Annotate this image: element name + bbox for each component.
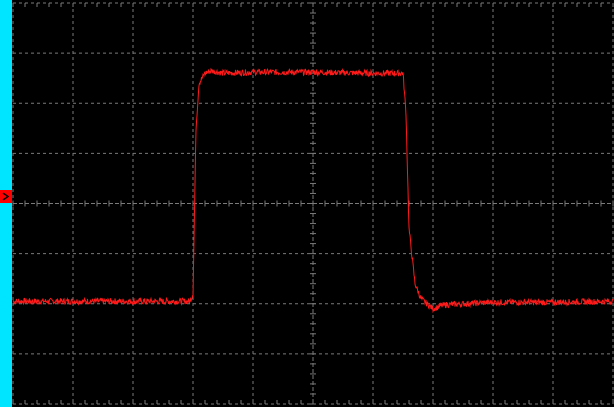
oscilloscope-screen bbox=[0, 0, 614, 407]
chevron-right-icon bbox=[0, 190, 12, 203]
channel-indicator-strip bbox=[0, 0, 12, 407]
waveform-display bbox=[12, 2, 614, 405]
trigger-level-marker[interactable] bbox=[0, 190, 12, 203]
graticule bbox=[12, 2, 614, 405]
